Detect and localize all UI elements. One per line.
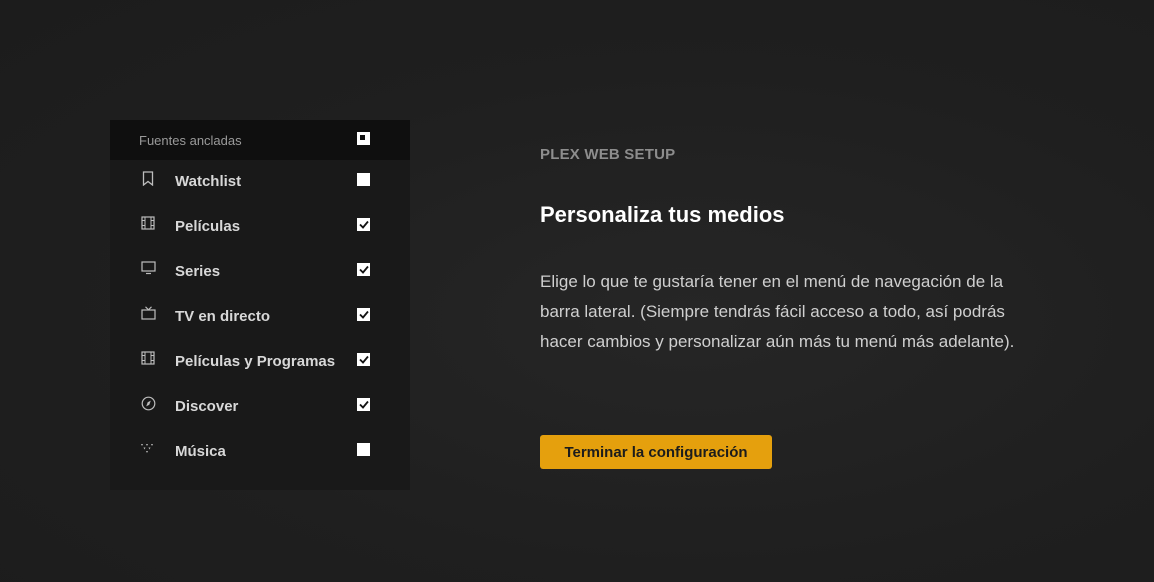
- source-item-series[interactable]: Series: [110, 251, 410, 296]
- source-checkbox[interactable]: [357, 263, 370, 276]
- checkmark-icon: [358, 265, 369, 274]
- source-item-tv-en-directo[interactable]: TV en directo: [110, 296, 410, 341]
- source-item-label: Series: [175, 263, 221, 280]
- source-item-label: Películas y Programas: [175, 353, 336, 370]
- live-tv-icon: [140, 305, 156, 321]
- film-icon: [140, 350, 156, 366]
- source-checkbox[interactable]: [357, 443, 370, 456]
- source-checkbox[interactable]: [357, 218, 370, 231]
- source-item-watchlist[interactable]: Watchlist: [110, 161, 410, 206]
- checkmark-icon: [358, 310, 369, 319]
- bookmark-icon: [140, 170, 156, 186]
- source-item-label: Discover: [175, 398, 239, 415]
- panel-header: Fuentes ancladas: [110, 120, 410, 160]
- setup-description: Elige lo que te gustaría tener en el men…: [540, 272, 1015, 351]
- source-item-label: Música: [175, 443, 226, 460]
- tv-icon: [140, 260, 156, 276]
- compass-icon: [140, 395, 156, 411]
- finish-setup-button[interactable]: Terminar la configuración: [540, 435, 772, 469]
- source-checkbox[interactable]: [357, 173, 370, 186]
- source-checkbox[interactable]: [357, 308, 370, 321]
- checkmark-icon: [358, 355, 369, 364]
- source-checkbox[interactable]: [357, 398, 370, 411]
- checkmark-icon: [358, 220, 369, 229]
- select-all-checkbox[interactable]: [357, 132, 370, 145]
- setup-eyebrow: PLEX WEB SETUP: [540, 146, 676, 163]
- panel-header-title: Fuentes ancladas: [139, 133, 242, 148]
- source-item-label: Películas: [175, 218, 241, 235]
- source-item-peliculas[interactable]: Películas: [110, 206, 410, 251]
- source-item-musica[interactable]: Música: [110, 431, 410, 476]
- page-title: Personaliza tus medios: [540, 202, 785, 227]
- source-item-peliculas-y-programas[interactable]: Películas y Programas: [110, 341, 410, 386]
- music-icon: [140, 440, 156, 456]
- film-icon: [140, 215, 156, 231]
- source-item-label: TV en directo: [175, 308, 271, 325]
- pinned-sources-panel: Fuentes ancladas Watchlist Películas Ser…: [110, 120, 410, 490]
- source-checkbox[interactable]: [357, 353, 370, 366]
- source-item-label: Watchlist: [175, 173, 242, 190]
- source-item-discover[interactable]: Discover: [110, 386, 410, 431]
- checkmark-icon: [358, 400, 369, 409]
